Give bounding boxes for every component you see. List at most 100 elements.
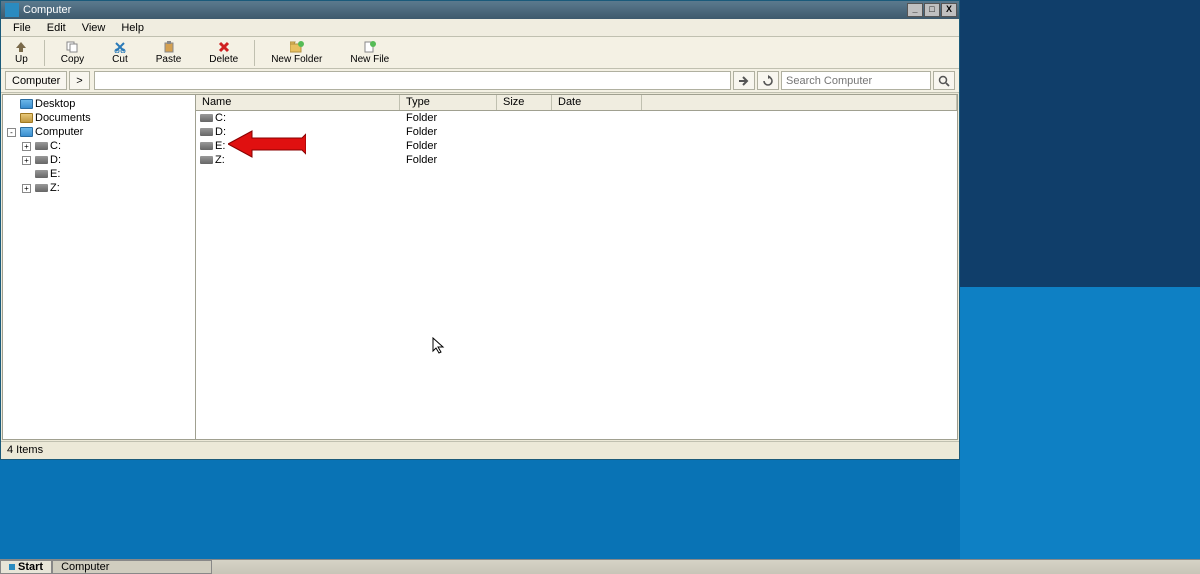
tree-expand-icon[interactable]: + <box>22 142 31 151</box>
toolbar: Up Copy Cut Paste Delete <box>1 37 959 69</box>
drive-icon <box>34 154 48 166</box>
list-row-e[interactable]: E: Folder <box>196 139 957 153</box>
paste-label: Paste <box>156 54 182 65</box>
file-manager-window: Computer _ □ X File Edit View Help Up Co… <box>0 0 960 460</box>
row-name: E: <box>215 140 225 152</box>
tree-item-drive-z[interactable]: + Z: <box>3 181 195 195</box>
tree-label-desktop: Desktop <box>35 98 75 110</box>
refresh-icon <box>762 75 774 87</box>
maximize-button[interactable]: □ <box>924 3 940 17</box>
drive-icon <box>34 168 48 180</box>
folder-icon <box>19 98 33 110</box>
menu-file[interactable]: File <box>5 20 39 36</box>
cut-label: Cut <box>112 54 128 65</box>
new-folder-icon <box>290 40 304 54</box>
folder-icon <box>19 112 33 124</box>
address-path-input[interactable] <box>94 71 731 90</box>
tree-label-documents: Documents <box>35 112 91 124</box>
column-date[interactable]: Date <box>552 95 642 110</box>
status-text: 4 Items <box>7 444 43 456</box>
breadcrumb-arrow[interactable]: > <box>69 71 89 90</box>
breadcrumb-computer[interactable]: Computer <box>5 71 67 90</box>
paste-icon <box>163 40 175 54</box>
arrow-right-icon <box>738 76 750 86</box>
delete-label: Delete <box>209 54 238 65</box>
up-label: Up <box>15 54 28 65</box>
up-button[interactable]: Up <box>1 37 42 69</box>
taskbar-task-computer[interactable]: Computer <box>52 560 212 574</box>
taskbar: Start Computer <box>0 559 1200 574</box>
row-type: Folder <box>400 126 497 138</box>
copy-label: Copy <box>61 54 84 65</box>
row-name: C: <box>215 112 226 124</box>
desktop-background-bottom <box>960 287 1200 574</box>
drive-icon <box>199 112 213 124</box>
tree-label-c: C: <box>50 140 61 152</box>
tree-item-computer[interactable]: - Computer <box>3 125 195 139</box>
menu-help[interactable]: Help <box>113 20 152 36</box>
drive-icon <box>34 182 48 194</box>
minimize-button[interactable]: _ <box>907 3 923 17</box>
column-filler <box>642 95 957 110</box>
addressbar: Computer > <box>1 69 959 93</box>
list-row-d[interactable]: D: Folder <box>196 125 957 139</box>
list-header: Name Type Size Date <box>196 95 957 111</box>
tree-expand-icon[interactable]: + <box>22 184 31 193</box>
drive-icon <box>34 140 48 152</box>
tree-item-desktop[interactable]: Desktop <box>3 97 195 111</box>
window-icon <box>5 3 19 17</box>
menu-edit[interactable]: Edit <box>39 20 74 36</box>
drive-icon <box>199 126 213 138</box>
start-button[interactable]: Start <box>0 560 52 574</box>
list-row-z[interactable]: Z: Folder <box>196 153 957 167</box>
column-type[interactable]: Type <box>400 95 497 110</box>
column-size[interactable]: Size <box>497 95 552 110</box>
cut-icon <box>114 40 126 54</box>
paste-button[interactable]: Paste <box>142 37 196 69</box>
list-pane: Name Type Size Date C: Folder D: Folder … <box>196 95 957 439</box>
toolbar-separator <box>44 40 45 66</box>
tree-label-d: D: <box>50 154 61 166</box>
window-title: Computer <box>23 4 906 16</box>
list-row-c[interactable]: C: Folder <box>196 111 957 125</box>
row-type: Folder <box>400 112 497 124</box>
refresh-button[interactable] <box>757 71 779 90</box>
folder-icon <box>19 126 33 138</box>
new-file-button[interactable]: New File <box>336 37 403 69</box>
up-arrow-icon <box>15 40 27 54</box>
tree-item-documents[interactable]: Documents <box>3 111 195 125</box>
desktop-background-top <box>960 0 1200 287</box>
search-icon <box>938 75 950 87</box>
cut-button[interactable]: Cut <box>98 37 142 69</box>
drive-icon <box>199 140 213 152</box>
tree-item-drive-e[interactable]: E: <box>3 167 195 181</box>
drive-icon <box>199 154 213 166</box>
search-button[interactable] <box>933 71 955 90</box>
tree-expand-icon[interactable]: + <box>22 156 31 165</box>
column-name[interactable]: Name <box>196 95 400 110</box>
new-folder-button[interactable]: New Folder <box>257 37 336 69</box>
search-input[interactable] <box>781 71 931 90</box>
new-file-icon <box>364 40 376 54</box>
tree-pane[interactable]: Desktop Documents - Computer + C: + <box>3 95 196 439</box>
tree-collapse-icon[interactable]: - <box>7 128 16 137</box>
new-folder-label: New Folder <box>271 54 322 65</box>
content-area: Desktop Documents - Computer + C: + <box>2 94 958 440</box>
mouse-cursor-icon <box>432 337 446 358</box>
list-body[interactable]: C: Folder D: Folder E: Folder Z: Folder <box>196 111 957 439</box>
row-type: Folder <box>400 140 497 152</box>
row-name: D: <box>215 126 226 138</box>
tree-item-drive-c[interactable]: + C: <box>3 139 195 153</box>
row-name: Z: <box>215 154 225 166</box>
copy-icon <box>66 40 78 54</box>
titlebar[interactable]: Computer _ □ X <box>1 1 959 19</box>
menu-view[interactable]: View <box>74 20 114 36</box>
tree-item-drive-d[interactable]: + D: <box>3 153 195 167</box>
go-button[interactable] <box>733 71 755 90</box>
copy-button[interactable]: Copy <box>47 37 98 69</box>
toolbar-separator <box>254 40 255 66</box>
statusbar: 4 Items <box>1 441 959 459</box>
close-button[interactable]: X <box>941 3 957 17</box>
new-file-label: New File <box>350 54 389 65</box>
delete-button[interactable]: Delete <box>195 37 252 69</box>
